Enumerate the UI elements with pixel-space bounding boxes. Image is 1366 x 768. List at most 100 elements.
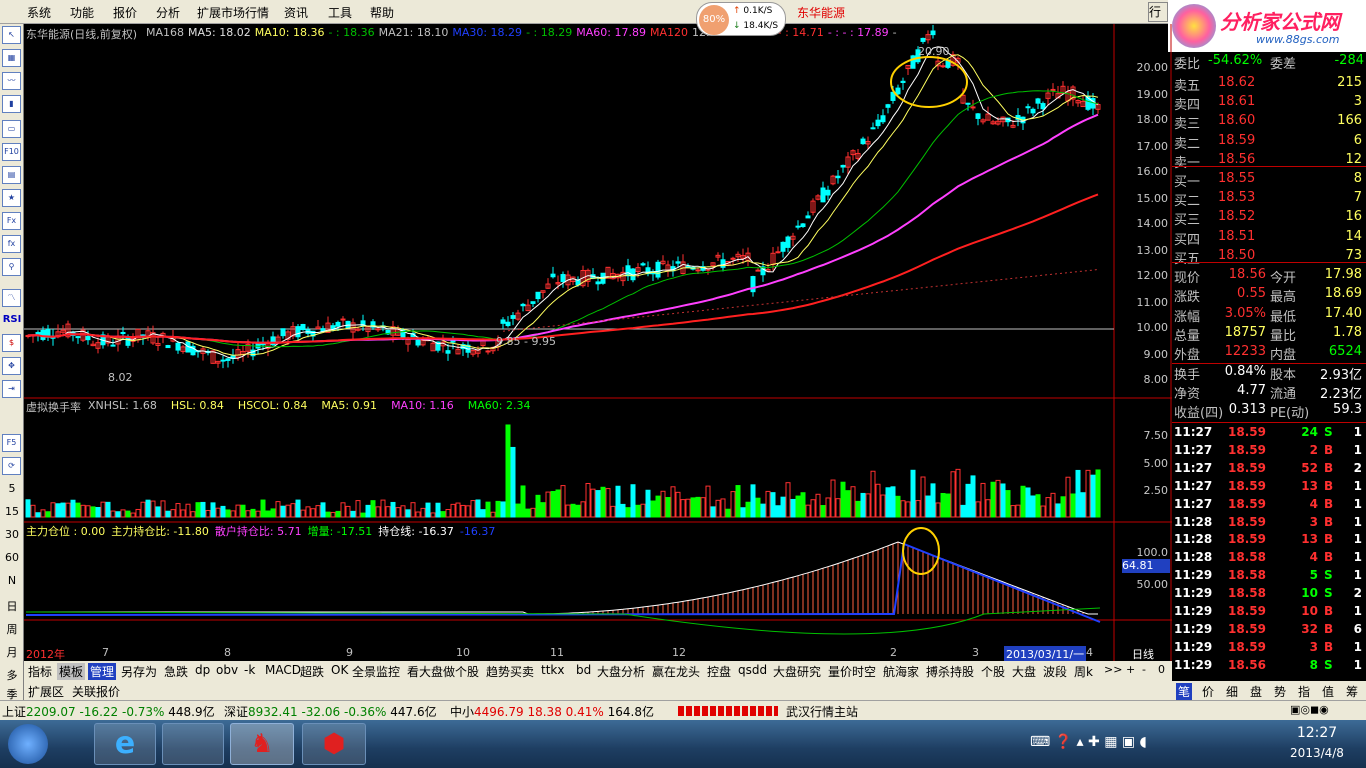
indicator-tab[interactable]: 另存为 [119, 663, 159, 680]
indicator-tab[interactable]: 超跌 [298, 663, 326, 680]
indicator-tab[interactable]: ttkx [539, 663, 566, 677]
period-30min[interactable]: 30 [0, 528, 24, 541]
tab-related-quote[interactable]: 关联报价 [70, 683, 122, 700]
quote-tab-3[interactable]: 盘 [1248, 683, 1264, 700]
indicator-tab[interactable]: 大盘分析 [595, 663, 647, 680]
indicator-tab[interactable]: 个股 [979, 663, 1007, 680]
clock-time[interactable]: 12:27 [1282, 725, 1352, 741]
period-n[interactable]: N [0, 574, 24, 587]
indicator-tab[interactable]: 趋势买卖 [484, 663, 536, 680]
indicator-tab[interactable]: 搏杀持股 [924, 663, 976, 680]
menu-extended-market[interactable]: 扩展市场行情 [197, 4, 269, 21]
zoom-in-icon[interactable]: + [1126, 663, 1135, 676]
select-tool-icon[interactable]: ↖ [2, 26, 21, 44]
quote-row[interactable]: 买三 18.52 16 [1172, 208, 1366, 228]
indicator-tab[interactable]: 量价时空 [826, 663, 878, 680]
quote-tab-5[interactable]: 指 [1296, 683, 1312, 700]
zero-icon[interactable]: 0 [1158, 663, 1165, 676]
quote-row[interactable]: 卖五 18.62 215 [1172, 74, 1366, 94]
indicator-tab[interactable]: 航海家 [881, 663, 921, 680]
menu-quote[interactable]: 报价 [113, 4, 137, 21]
line-chart-icon[interactable]: 〰 [2, 72, 21, 90]
formula-icon[interactable]: fx [2, 235, 21, 253]
indicator-tab[interactable]: MACD [263, 663, 303, 677]
indicator-icon[interactable]: 〽 [2, 289, 21, 307]
table-icon[interactable]: ▦ [2, 49, 21, 67]
explorer-icon[interactable] [162, 723, 224, 765]
indicator-tab[interactable]: qsdd [736, 663, 769, 677]
stock-app-icon[interactable]: ♞ [230, 723, 294, 765]
tray-icons[interactable]: ⌨ ❓ ▴ ✚ ▦ ▣ ◖ [1030, 734, 1270, 754]
quote-tab-7[interactable]: 筹 [1344, 683, 1360, 700]
indicator-tab[interactable]: obv [214, 663, 240, 677]
period-15min[interactable]: 15 [0, 505, 24, 518]
indicator-tab[interactable]: -k [242, 663, 257, 677]
fx-icon[interactable]: Fx [2, 212, 21, 230]
quote-row[interactable]: 卖三 18.60 166 [1172, 112, 1366, 132]
rsi-button[interactable]: RSI [0, 314, 24, 325]
period-60min[interactable]: 60 [0, 551, 24, 564]
tab-more-icon[interactable]: >> [1104, 663, 1122, 676]
clock-date[interactable]: 2013/4/8 [1282, 746, 1352, 760]
period-5min[interactable]: 5 [0, 482, 24, 495]
dollar-icon[interactable]: $ [2, 334, 21, 352]
indicator-tab[interactable]: bd [574, 663, 593, 677]
indicator-tab[interactable]: OK [329, 663, 350, 677]
menu-function[interactable]: 功能 [70, 4, 94, 21]
window-icon[interactable]: ▭ [2, 120, 21, 138]
menu-analysis[interactable]: 分析 [156, 4, 180, 21]
tab-extended[interactable]: 扩展区 [26, 683, 66, 700]
quote-row[interactable]: 卖四 18.61 3 [1172, 93, 1366, 113]
quote-button[interactable]: 行 [1148, 2, 1168, 22]
quote-tab-0[interactable]: 笔 [1176, 683, 1193, 700]
indicator-tab[interactable]: 急跌 [162, 663, 190, 680]
quote-tab-4[interactable]: 势 [1272, 683, 1288, 700]
candle-icon[interactable]: ▮ [2, 95, 21, 113]
y-tick: 15.00 [1136, 192, 1169, 205]
quote-tab-2[interactable]: 细 [1224, 683, 1240, 700]
menu-system[interactable]: 系统 [27, 4, 51, 21]
quote-row[interactable]: 买二 18.53 7 [1172, 189, 1366, 209]
menu-news[interactable]: 资讯 [284, 4, 308, 21]
indicator-tab[interactable]: 大盘 [1010, 663, 1038, 680]
calendar-icon[interactable]: ▤ [2, 166, 21, 184]
exit-icon[interactable]: ⇥ [2, 380, 21, 398]
indicator-tab[interactable]: 指标 [26, 663, 54, 680]
quote-tab-1[interactable]: 价 [1200, 683, 1216, 700]
second-app-icon[interactable]: ⬢ [302, 723, 366, 765]
tick-row: 11:28 18.59 3 B 1 [1174, 514, 1362, 529]
stat-row: 总量 18757 量比 1.78 [1174, 324, 1362, 344]
menu-help[interactable]: 帮助 [370, 4, 394, 21]
indicator-tab[interactable]: 控盘 [705, 663, 733, 680]
indicator-tab[interactable]: 全景监控 [350, 663, 402, 680]
indicator-tab[interactable]: 大盘研究 [771, 663, 823, 680]
menu-tools[interactable]: 工具 [328, 4, 352, 21]
network-speed-widget[interactable]: 80% ↑ 0.1K/S ↓ 18.4K/S [696, 2, 786, 36]
zoom-out-icon[interactable]: - [1142, 663, 1146, 676]
quote-row[interactable]: 买四 18.51 14 [1172, 228, 1366, 248]
indicator-tab[interactable]: 管理 [88, 663, 117, 680]
f10-icon[interactable]: F10 [2, 143, 21, 161]
indicator-tab[interactable]: 周k [1072, 663, 1095, 680]
start-button-icon[interactable] [8, 724, 48, 764]
f5-icon[interactable]: F5 [2, 434, 21, 452]
period-week[interactable]: 周 [0, 621, 24, 637]
indicator-tab[interactable]: dp [193, 663, 212, 677]
period-multi[interactable]: 多 [0, 667, 24, 683]
indicator-tab[interactable]: 赢在龙头 [650, 663, 702, 680]
indicator-tab[interactable]: 看大盘做个股 [405, 663, 481, 680]
stock-charts[interactable] [24, 24, 1172, 661]
star-icon[interactable]: ★ [2, 189, 21, 207]
volume-bar [145, 499, 151, 518]
quote-tab-6[interactable]: 值 [1320, 683, 1336, 700]
quote-row[interactable]: 卖二 18.59 6 [1172, 132, 1366, 152]
indicator-tab[interactable]: 模板 [57, 663, 86, 680]
refresh-icon[interactable]: ⟳ [2, 457, 21, 475]
period-month[interactable]: 月 [0, 644, 24, 660]
period-day[interactable]: 日 [0, 598, 24, 614]
ie-icon[interactable]: e [94, 723, 156, 765]
indicator-tab[interactable]: 波段 [1041, 663, 1069, 680]
move-icon[interactable]: ✥ [2, 357, 21, 375]
zoom-icon[interactable]: ⚲ [2, 258, 21, 276]
quote-row[interactable]: 买一 18.55 8 [1172, 170, 1366, 190]
